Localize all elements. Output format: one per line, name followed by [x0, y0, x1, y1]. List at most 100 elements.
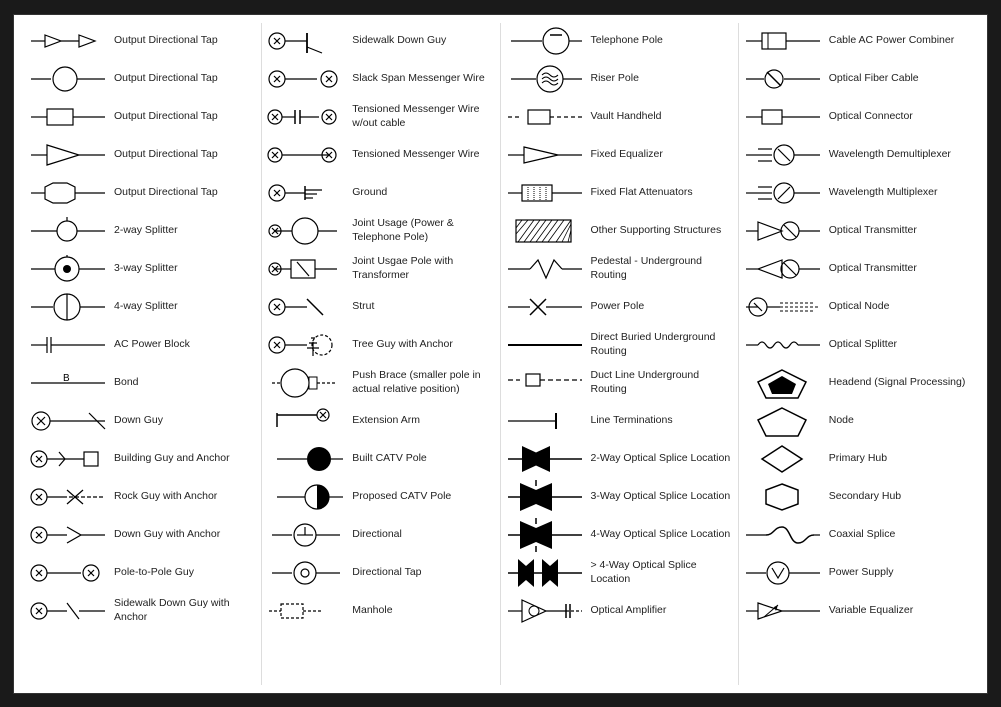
- list-item: 3-way Splitter: [28, 251, 257, 287]
- symbol-tensioned-wo: [266, 101, 346, 133]
- item-label: Extension Arm: [352, 414, 495, 428]
- list-item: 3-Way Optical Splice Location: [505, 479, 734, 515]
- item-label: Wavelength Multiplexer: [829, 186, 973, 200]
- list-item: Variable Equalizer: [743, 593, 973, 629]
- symbol-down-guy-anchor: [28, 519, 108, 551]
- list-item: Rock Guy with Anchor: [28, 479, 257, 515]
- svg-text:B: B: [63, 373, 70, 384]
- item-label: Secondary Hub: [829, 490, 973, 504]
- list-item: Primary Hub: [743, 441, 973, 477]
- list-item: Duct Line Underground Routing: [505, 365, 734, 401]
- item-label: Headend (Signal Processing): [829, 376, 973, 390]
- item-label: 3-Way Optical Splice Location: [591, 490, 734, 504]
- symbol-optical-tx1: [743, 215, 823, 247]
- item-label: Output Directional Tap: [114, 186, 257, 200]
- symbol-wavelength-demux: [743, 139, 823, 171]
- column-4: Cable AC Power Combiner Optical Fiber Ca…: [739, 23, 977, 685]
- symbol-headend: [743, 367, 823, 399]
- list-item: Directional: [266, 517, 495, 553]
- list-item: Ground: [266, 175, 495, 211]
- symbol-optical-fiber: [743, 63, 823, 95]
- item-label: Optical Amplifier: [591, 604, 734, 618]
- list-item: Strut: [266, 289, 495, 325]
- list-item: Down Guy with Anchor: [28, 517, 257, 553]
- symbol-fixed-flat: [505, 177, 585, 209]
- list-item: Pole-to-Pole Guy: [28, 555, 257, 591]
- symbol-slack-span: [266, 63, 346, 95]
- item-label: Vault Handheld: [591, 110, 734, 124]
- item-label: Tensioned Messenger Wire w/out cable: [352, 103, 495, 130]
- item-label: Down Guy with Anchor: [114, 528, 257, 542]
- list-item: Tensioned Messenger Wire w/out cable: [266, 99, 495, 135]
- symbol-joint-usage: [266, 215, 346, 247]
- item-label: Power Supply: [829, 566, 973, 580]
- item-label: > 4-Way Optical Splice Location: [591, 559, 734, 586]
- symbol-building-guy: [28, 443, 108, 475]
- item-label: Fixed Flat Attenuators: [591, 186, 734, 200]
- legend-container: Output Directional Tap Output Directiona…: [13, 14, 988, 694]
- symbol-rock-guy: [28, 481, 108, 513]
- item-label: Sidewalk Down Guy: [352, 34, 495, 48]
- list-item: > 4-Way Optical Splice Location: [505, 555, 734, 591]
- symbol-primary-hub: [743, 443, 823, 475]
- item-label: Pedestal - Underground Routing: [591, 255, 734, 282]
- item-label: Output Directional Tap: [114, 148, 257, 162]
- list-item: Riser Pole: [505, 61, 734, 97]
- list-item: Manhole: [266, 593, 495, 629]
- item-label: Strut: [352, 300, 495, 314]
- symbol-direct-buried: [505, 329, 585, 361]
- symbol-pole-pole: [28, 557, 108, 589]
- item-label: Fixed Equalizer: [591, 148, 734, 162]
- item-label: Node: [829, 414, 973, 428]
- list-item: Sidewalk Down Guy with Anchor: [28, 593, 257, 629]
- item-label: Line Terminations: [591, 414, 734, 428]
- symbol-ac-power: [28, 329, 108, 361]
- list-item: Push Brace (smaller pole in actual relat…: [266, 365, 495, 401]
- item-label: 2-way Splitter: [114, 224, 257, 238]
- item-label: Built CATV Pole: [352, 452, 495, 466]
- list-item: Wavelength Multiplexer: [743, 175, 973, 211]
- symbol-power-supply: [743, 557, 823, 589]
- list-item: Down Guy: [28, 403, 257, 439]
- item-label: Joint Usgae Pole with Transformer: [352, 255, 495, 282]
- symbol-rect-line: [28, 101, 108, 133]
- item-label: Wavelength Demultiplexer: [829, 148, 973, 162]
- symbol-optical-amp: [505, 595, 585, 627]
- item-label: Directional Tap: [352, 566, 495, 580]
- symbol-optical-connector: [743, 101, 823, 133]
- item-label: 4-Way Optical Splice Location: [591, 528, 734, 542]
- item-label: AC Power Block: [114, 338, 257, 352]
- list-item: Power Supply: [743, 555, 973, 591]
- symbol-other-support: [505, 215, 585, 247]
- list-item: Building Guy and Anchor: [28, 441, 257, 477]
- symbol-circle-line: [28, 63, 108, 95]
- item-label: Cable AC Power Combiner: [829, 34, 973, 48]
- item-label: Directional: [352, 528, 495, 542]
- item-label: Proposed CATV Pole: [352, 490, 495, 504]
- symbol-variable-eq: [743, 595, 823, 627]
- list-item: Wavelength Demultiplexer: [743, 137, 973, 173]
- symbol-splice-3: [505, 481, 585, 513]
- symbol-triangle-line: [28, 139, 108, 171]
- symbol-splitter-4: [28, 291, 108, 323]
- list-item: Sidewalk Down Guy: [266, 23, 495, 59]
- item-label: Output Directional Tap: [114, 34, 257, 48]
- item-label: Riser Pole: [591, 72, 734, 86]
- symbol-ground: [266, 177, 346, 209]
- list-item: Vault Handheld: [505, 99, 734, 135]
- symbol-cable-ac: [743, 25, 823, 57]
- list-item: Output Directional Tap: [28, 61, 257, 97]
- symbol-tree-guy: [266, 329, 346, 361]
- item-label: Optical Fiber Cable: [829, 72, 973, 86]
- list-item: Node: [743, 403, 973, 439]
- item-label: Rock Guy with Anchor: [114, 490, 257, 504]
- symbol-optical-node: [743, 291, 823, 323]
- symbol-manhole: [266, 595, 346, 627]
- list-item: Pedestal - Underground Routing: [505, 251, 734, 287]
- symbol-sidewalk-guy-anchor: [28, 595, 108, 627]
- symbol-splice-4: [505, 519, 585, 551]
- list-item: 2-Way Optical Splice Location: [505, 441, 734, 477]
- item-label: Ground: [352, 186, 495, 200]
- item-label: Joint Usage (Power & Telephone Pole): [352, 217, 495, 244]
- item-label: Bond: [114, 376, 257, 390]
